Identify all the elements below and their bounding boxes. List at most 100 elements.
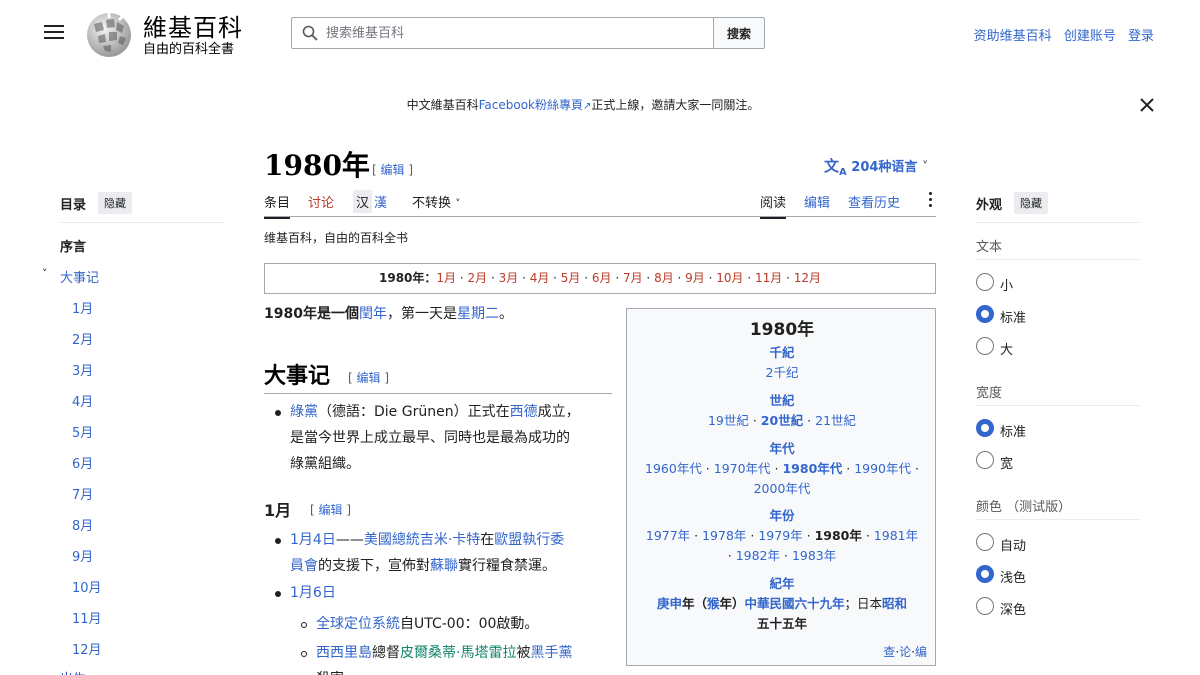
login-link[interactable]: 登录 <box>1128 29 1154 44</box>
decade-link[interactable]: 1980年代 <box>782 461 842 476</box>
month-link[interactable]: 8月 <box>654 271 674 285</box>
soviet-link[interactable]: 蘇聯 <box>430 558 458 574</box>
year-link[interactable]: 1982年 <box>736 548 780 563</box>
toc-item-jun[interactable]: 6月 <box>72 453 93 472</box>
month-link[interactable]: 7月 <box>623 271 643 285</box>
year-link[interactable]: 1983年 <box>792 548 836 563</box>
gps-link[interactable]: 全球定位系統 <box>316 616 400 632</box>
title-edit-button[interactable]: 编辑 <box>381 163 405 177</box>
width-wide-radio[interactable] <box>976 451 994 469</box>
green-party-link[interactable]: 綠黨 <box>290 404 318 420</box>
showa-link[interactable]: 昭和 <box>882 596 907 611</box>
sicily-link[interactable]: 西西里島 <box>316 645 372 661</box>
year-link[interactable]: 1979年 <box>758 528 802 543</box>
tab-history[interactable]: 查看历史 <box>848 192 900 211</box>
search-input[interactable] <box>326 18 706 48</box>
ganzhi-link[interactable]: 庚申 <box>657 596 682 611</box>
jan4-link[interactable]: 1月4日 <box>290 532 336 548</box>
toc-item-intro[interactable]: 序言 <box>60 236 86 255</box>
color-auto-radio[interactable] <box>976 533 994 551</box>
jan6-link[interactable]: 1月6日 <box>290 580 336 606</box>
toc-item-apr[interactable]: 4月 <box>72 391 93 410</box>
variant-convert-dropdown[interactable]: 不转换 ˅ <box>412 192 461 211</box>
toc-item-mar[interactable]: 3月 <box>72 360 93 379</box>
month-link[interactable]: 3月 <box>499 271 519 285</box>
text-size-small-radio[interactable] <box>976 273 994 291</box>
century-link[interactable]: 21世紀 <box>815 413 856 428</box>
toc-item-births[interactable]: 出生 <box>60 668 86 675</box>
talk-template-link[interactable]: 论 <box>899 645 911 659</box>
month-link[interactable]: 2月 <box>468 271 488 285</box>
toc-item-events[interactable]: 大事记 <box>60 271 99 286</box>
monkey-link[interactable]: 猴 <box>707 596 720 611</box>
chevron-down-icon[interactable]: ˅ <box>42 267 48 280</box>
millennium-link[interactable]: 2千纪 <box>766 365 799 380</box>
more-actions-icon[interactable] <box>928 192 934 210</box>
year-link[interactable]: 1977年 <box>646 528 690 543</box>
text-size-standard-radio[interactable] <box>976 305 994 323</box>
tuesday-link[interactable]: 星期二 <box>457 306 499 322</box>
century-heading[interactable]: 世紀 <box>627 391 937 411</box>
eu-commission-link[interactable]: 歐盟執行委 <box>494 532 564 548</box>
language-button[interactable]: 文A 204种语言 ˅ <box>824 155 928 178</box>
decade-link[interactable]: 1990年代 <box>854 461 911 476</box>
tab-article[interactable]: 条目 <box>264 192 291 219</box>
decade-link[interactable]: 2000年代 <box>754 481 811 496</box>
month-link[interactable]: 9月 <box>685 271 705 285</box>
donate-link[interactable]: 资助维基百科 <box>974 29 1052 44</box>
month-link[interactable]: 11月 <box>755 271 782 285</box>
month-link[interactable]: 10月 <box>716 271 743 285</box>
main-menu-icon[interactable] <box>42 22 66 44</box>
jimmy-carter-link[interactable]: 吉米·卡特 <box>420 532 480 548</box>
leap-year-link[interactable]: 閏年 <box>359 306 387 322</box>
decade-link[interactable]: 1960年代 <box>645 461 702 476</box>
toc-item-jan[interactable]: 1月 <box>72 298 93 317</box>
toc-item-oct[interactable]: 10月 <box>72 577 102 596</box>
month-link[interactable]: 6月 <box>592 271 612 285</box>
year-link[interactable]: 1981年 <box>874 528 918 543</box>
width-standard-radio[interactable] <box>976 419 994 437</box>
millennium-heading[interactable]: 千紀 <box>627 343 937 363</box>
month-link[interactable]: 12月 <box>794 271 821 285</box>
month-link[interactable]: 4月 <box>530 271 550 285</box>
century-link[interactable]: 19世紀 <box>708 413 749 428</box>
appearance-hide-button[interactable]: 隐藏 <box>1014 192 1049 214</box>
view-template-link[interactable]: 查 <box>883 645 895 659</box>
tab-edit[interactable]: 编辑 <box>804 192 830 211</box>
month-link[interactable]: 5月 <box>561 271 581 285</box>
logo-subtitle[interactable]: 自由的百科全書 <box>143 38 234 57</box>
notice-facebook-link[interactable]: Facebook粉絲專頁 <box>479 98 583 112</box>
mafia-link[interactable]: 黑手黨 <box>530 645 572 661</box>
color-light-radio[interactable] <box>976 565 994 583</box>
color-dark-radio[interactable] <box>976 597 994 615</box>
tab-talk[interactable]: 讨论 <box>308 192 334 211</box>
wikipedia-globe-icon[interactable] <box>84 10 134 58</box>
toc-item-may[interactable]: 5月 <box>72 422 93 441</box>
variant-traditional[interactable]: 汉 <box>353 190 373 213</box>
section-edit-button[interactable]: 编辑 <box>319 503 343 517</box>
month-link[interactable]: 1月 <box>436 271 456 285</box>
close-icon[interactable] <box>1138 96 1156 114</box>
text-size-large-radio[interactable] <box>976 337 994 355</box>
toc-item-jul[interactable]: 7月 <box>72 484 93 503</box>
toc-item-aug[interactable]: 8月 <box>72 515 93 534</box>
toc-item-nov[interactable]: 11月 <box>72 608 102 627</box>
west-germany-link[interactable]: 西德 <box>510 404 538 420</box>
create-account-link[interactable]: 创建账号 <box>1064 29 1116 44</box>
edit-template-link[interactable]: 编 <box>915 645 927 659</box>
decade-heading[interactable]: 年代 <box>627 439 937 459</box>
search-button[interactable]: 搜索 <box>713 17 765 49</box>
decade-link[interactable]: 1970年代 <box>714 461 771 476</box>
toc-item-dec[interactable]: 12月 <box>72 639 102 658</box>
variant-simplified[interactable]: 漢 <box>374 192 387 211</box>
roc-link[interactable]: 中華民國 <box>745 596 795 611</box>
mattarella-link[interactable]: 皮爾桑蒂·馬塔雷拉 <box>400 645 516 661</box>
section-edit-button[interactable]: 编辑 <box>357 371 381 385</box>
year-link[interactable]: 1978年 <box>702 528 746 543</box>
eu-commission-link[interactable]: 員會 <box>290 558 318 574</box>
us-president-link[interactable]: 美國總統 <box>364 532 420 548</box>
toc-item-sep[interactable]: 9月 <box>72 546 93 565</box>
era-heading[interactable]: 紀年 <box>627 574 937 594</box>
toc-item-feb[interactable]: 2月 <box>72 329 93 348</box>
year-heading[interactable]: 年份 <box>627 506 937 526</box>
